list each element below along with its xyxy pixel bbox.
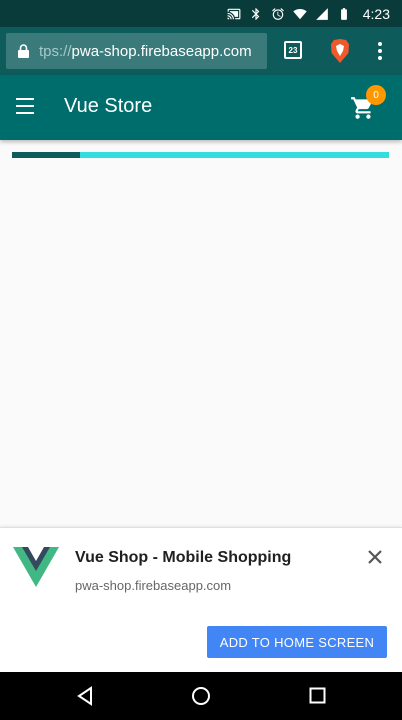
app-url: pwa-shop.firebaseapp.com — [75, 578, 232, 593]
add-to-home-screen-button[interactable]: ADD TO HOME SCREEN — [207, 626, 387, 658]
alarm-icon — [271, 7, 285, 21]
hamburger-menu-icon[interactable] — [16, 98, 34, 114]
app-toolbar: Vue Store 0 — [0, 75, 402, 140]
home-icon[interactable] — [191, 686, 211, 706]
lock-icon — [18, 44, 31, 59]
signal-icon — [315, 7, 329, 21]
cast-icon — [227, 7, 241, 21]
address-bar[interactable]: tps://pwa-shop.firebaseapp.com — [6, 33, 267, 69]
loading-progress-fill — [12, 152, 80, 158]
system-navigation-bar — [0, 672, 402, 720]
status-time: 4:23 — [362, 5, 390, 22]
vue-logo-icon — [13, 547, 59, 587]
browser-menu-icon[interactable] — [372, 40, 388, 62]
app-name: Vue Shop - Mobile Shopping — [75, 549, 292, 566]
recents-icon[interactable] — [309, 687, 326, 704]
add-to-home-screen-sheet: Vue Shop - Mobile Shopping pwa-shop.fire… — [0, 527, 402, 672]
url-domain: pwa-shop.firebaseapp.com — [71, 42, 252, 60]
cart-count-badge: 0 — [366, 85, 386, 105]
loading-progress-bar — [12, 152, 389, 158]
app-title: Vue Store — [64, 95, 153, 117]
browser-toolbar: tps://pwa-shop.firebaseapp.com 23 — [0, 27, 402, 75]
brave-shield-icon[interactable] — [329, 38, 351, 64]
url-prefix: tps:// — [39, 42, 72, 60]
url-text: tps://pwa-shop.firebaseapp.com — [39, 43, 252, 60]
close-icon[interactable] — [366, 548, 384, 566]
bluetooth-icon — [249, 7, 263, 21]
wifi-icon — [293, 7, 307, 21]
battery-icon — [337, 7, 351, 21]
status-bar: 4:23 — [0, 0, 402, 27]
tab-switcher-button[interactable]: 23 — [284, 41, 302, 59]
back-icon[interactable] — [76, 686, 94, 706]
